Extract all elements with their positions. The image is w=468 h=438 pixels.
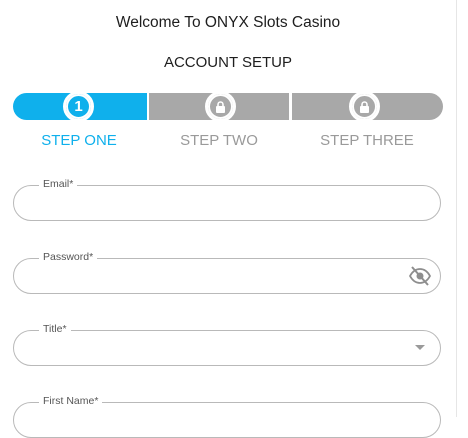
step-one-label[interactable]: STEP ONE — [22, 132, 136, 149]
lock-icon — [216, 100, 225, 113]
lock-icon — [360, 100, 369, 113]
step-two-marker — [205, 91, 236, 122]
step-three-label: STEP THREE — [320, 132, 414, 149]
eye-slash-icon[interactable] — [409, 266, 431, 286]
password-field[interactable]: Password* — [13, 251, 441, 294]
step-three-marker — [349, 91, 380, 122]
title-select[interactable]: Title* — [13, 323, 441, 366]
chevron-down-icon[interactable] — [415, 345, 425, 350]
email-field[interactable]: Email* — [13, 178, 441, 221]
first-name-input[interactable] — [13, 402, 441, 438]
password-input[interactable] — [13, 258, 441, 294]
account-setup-card: Welcome To ONYX Slots Casino ACCOUNT SET… — [0, 0, 457, 438]
title-label: Title* — [39, 323, 71, 335]
email-label: Email* — [39, 178, 78, 190]
first-name-field[interactable]: First Name* — [13, 395, 441, 438]
page-title: Welcome To ONYX Slots Casino — [115, 14, 341, 31]
first-name-label: First Name* — [39, 395, 103, 407]
page-subtitle: ACCOUNT SETUP — [163, 54, 293, 71]
email-input[interactable] — [13, 185, 441, 221]
step-one-number: 1 — [66, 94, 91, 119]
title-select-box[interactable] — [13, 330, 441, 366]
step-two-label: STEP TWO — [180, 132, 258, 149]
password-label: Password* — [39, 251, 98, 263]
step-one-marker[interactable]: 1 — [63, 91, 94, 122]
stepper: 1 — [13, 91, 443, 122]
